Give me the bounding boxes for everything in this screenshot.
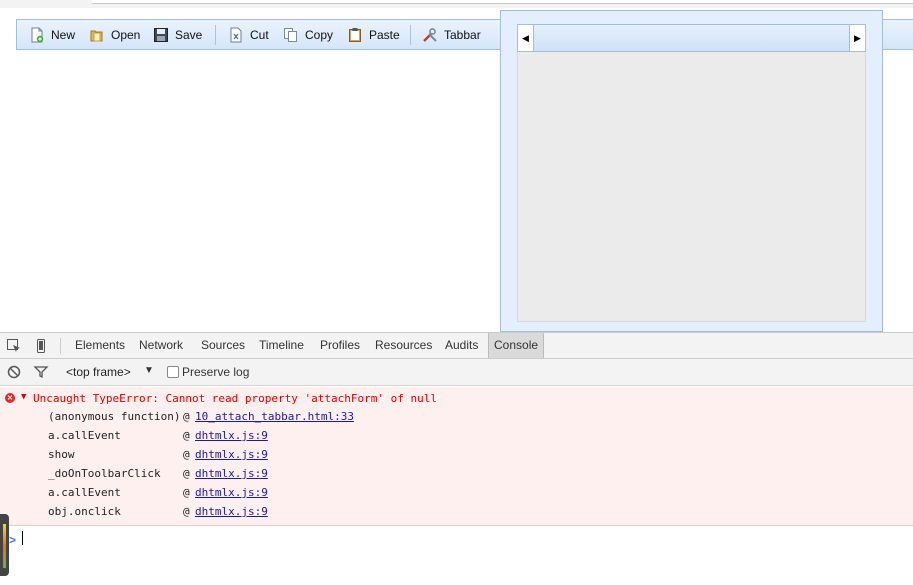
- copy-icon: [283, 27, 299, 43]
- tab-profiles[interactable]: Profiles: [315, 333, 365, 358]
- tabbar: ◀ ▶: [517, 24, 866, 52]
- toolbar-separator: [410, 25, 411, 45]
- devtools-tabbar: Elements Network Sources Timeline Profil…: [0, 332, 913, 359]
- console-error-message: × ▼ Uncaught TypeError: Cannot read prop…: [0, 387, 913, 526]
- tabbar-scroll-right-button[interactable]: ▶: [849, 25, 865, 51]
- stack-source-link[interactable]: dhtmlx.js:9: [195, 429, 268, 442]
- open-folder-icon: [89, 27, 105, 43]
- devtools-separator: [60, 338, 61, 354]
- stack-frame-row: obj.onclick @ dhtmlx.js:9: [48, 505, 268, 521]
- frame-selector[interactable]: <top frame>: [66, 365, 131, 379]
- error-icon: ×: [5, 393, 15, 403]
- tabbar-popup: ◀ ▶: [500, 10, 883, 332]
- console-toolbar: <top frame> ▼ Preserve log: [0, 359, 913, 386]
- tabbar-content-area: [517, 52, 866, 322]
- preserve-log-checkbox[interactable]: [167, 366, 179, 378]
- filter-icon[interactable]: [33, 364, 49, 380]
- inspect-element-icon[interactable]: [6, 338, 22, 354]
- stack-frame-row: (anonymous function) @ 10_attach_tabbar.…: [48, 410, 354, 426]
- stack-function: a.callEvent: [48, 486, 121, 499]
- drawer-indicator: [3, 524, 6, 568]
- stack-at: @: [183, 429, 190, 442]
- toolbar-paste-button[interactable]: Paste: [347, 24, 400, 46]
- stack-at: @: [183, 486, 190, 499]
- toolbar-save-label: Save: [175, 28, 203, 42]
- error-text: Uncaught TypeError: Cannot read property…: [33, 392, 437, 405]
- scroll-right-icon: ▶: [854, 32, 861, 43]
- toolbar-tabbar-button[interactable]: Tabbar: [422, 24, 481, 46]
- expand-triangle-icon[interactable]: ▼: [21, 392, 26, 402]
- stack-source-link[interactable]: dhtmlx.js:9: [195, 448, 268, 461]
- toolbar-separator: [215, 25, 216, 45]
- stack-source-link[interactable]: dhtmlx.js:9: [195, 467, 268, 480]
- clear-console-icon[interactable]: [6, 364, 22, 380]
- text-cursor: [22, 531, 23, 545]
- stack-function: show: [48, 448, 75, 461]
- toolbar-new-label: New: [51, 28, 76, 42]
- stack-at: @: [183, 410, 190, 423]
- stack-function: obj.onclick: [48, 505, 121, 518]
- toolbar-cut-label: Cut: [250, 28, 269, 42]
- stack-at: @: [183, 448, 190, 461]
- toolbar-copy-label: Copy: [305, 28, 334, 42]
- prompt-chevron-icon: >: [9, 533, 17, 547]
- device-mode-icon[interactable]: [33, 338, 49, 354]
- preserve-log-label: Preserve log: [182, 365, 250, 379]
- tab-network[interactable]: Network: [134, 333, 188, 358]
- cut-icon: [228, 27, 244, 43]
- scroll-left-icon: ◀: [522, 32, 529, 43]
- toolbar-tabbar-label: Tabbar: [444, 28, 481, 42]
- tabbar-scroll-left-button[interactable]: ◀: [518, 25, 534, 51]
- chevron-down-icon[interactable]: ▼: [144, 365, 154, 376]
- save-disk-icon: [153, 27, 169, 43]
- tab-resources[interactable]: Resources: [370, 333, 437, 358]
- stack-source-link[interactable]: 10_attach_tabbar.html:33: [195, 410, 354, 423]
- new-document-icon: [29, 27, 45, 43]
- browser-top-strip: [0, 0, 913, 8]
- stack-function: a.callEvent: [48, 429, 121, 442]
- toolbar-copy-button[interactable]: Copy: [283, 24, 333, 46]
- stack-frame-row: a.callEvent @ dhtmlx.js:9: [48, 429, 268, 445]
- tab-timeline[interactable]: Timeline: [254, 333, 309, 358]
- toolbar-cut-button[interactable]: Cut: [228, 24, 269, 46]
- tab-audits[interactable]: Audits: [440, 333, 483, 358]
- tab-sources[interactable]: Sources: [196, 333, 250, 358]
- stack-source-link[interactable]: dhtmlx.js:9: [195, 486, 268, 499]
- address-bar-edge: [92, 0, 913, 4]
- tools-icon: [422, 27, 438, 43]
- toolbar-open-label: Open: [111, 28, 141, 42]
- toolbar-paste-label: Paste: [369, 28, 400, 42]
- tab-elements[interactable]: Elements: [70, 333, 130, 358]
- toolbar-new-button[interactable]: New: [29, 24, 75, 46]
- stack-at: @: [183, 467, 190, 480]
- paste-icon: [347, 27, 363, 43]
- stack-function: _doOnToolbarClick: [48, 467, 161, 480]
- stack-at: @: [183, 505, 190, 518]
- stack-frame-row: show @ dhtmlx.js:9: [48, 448, 268, 464]
- stack-source-link[interactable]: dhtmlx.js:9: [195, 505, 268, 518]
- stack-frame-row: a.callEvent @ dhtmlx.js:9: [48, 486, 268, 502]
- tab-console[interactable]: Console: [488, 333, 545, 358]
- toolbar-open-button[interactable]: Open: [89, 24, 140, 46]
- toolbar-save-button[interactable]: Save: [153, 24, 202, 46]
- side-drawer-handle[interactable]: [0, 514, 9, 576]
- console-prompt[interactable]: >: [0, 527, 913, 585]
- stack-frame-row: _doOnToolbarClick @ dhtmlx.js:9: [48, 467, 268, 483]
- stack-function: (anonymous function): [48, 410, 181, 423]
